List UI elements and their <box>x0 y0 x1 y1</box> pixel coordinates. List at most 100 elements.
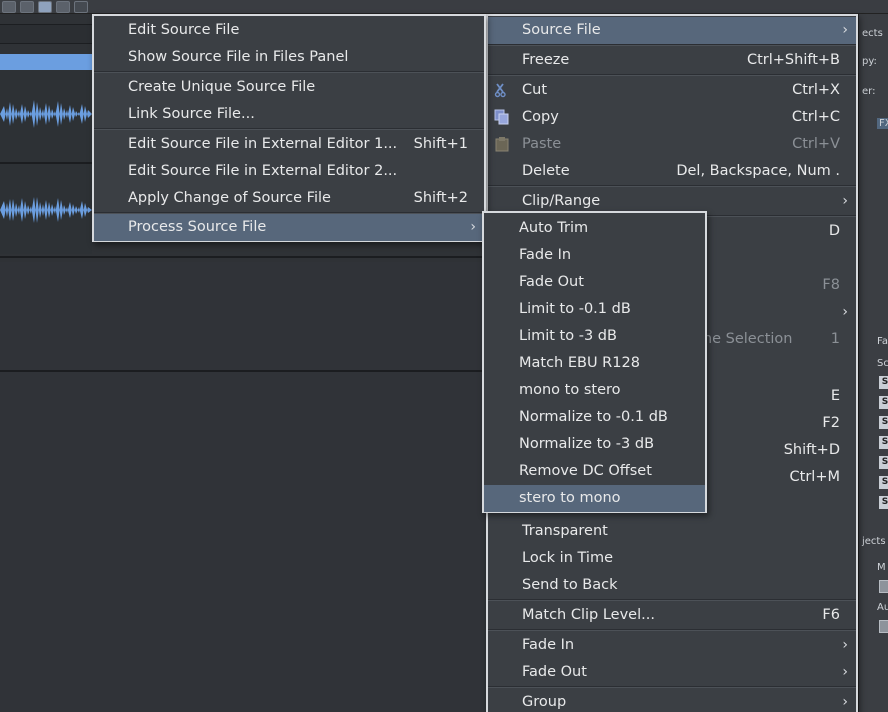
menu-item-label: Limit to -3 dB <box>519 328 617 344</box>
menu-item-fade-out[interactable]: Fade Out <box>484 269 705 296</box>
right-panel: ects py: er: FX Fa Sc S S S S S S S ject… <box>858 14 888 712</box>
menu-item-external-editor-2[interactable]: Edit Source File in External Editor 2... <box>94 158 484 185</box>
menu-item-shortcut: Ctrl+Shift+B <box>746 52 840 68</box>
menu-item-limit-3[interactable]: Limit to -3 dB <box>484 323 705 350</box>
s-badge-icon[interactable]: S <box>879 416 888 429</box>
audio-icon[interactable] <box>879 620 888 633</box>
chevron-right-icon: › <box>842 193 848 209</box>
menu-item-shortcut: Shift+2 <box>413 190 468 206</box>
s-badge-icon[interactable]: S <box>879 496 888 509</box>
menu-separator <box>94 71 484 73</box>
menu-item-lock-in-time[interactable]: Lock in Time <box>488 545 856 572</box>
menu-item-apply-change[interactable]: Apply Change of Source File Shift+2 <box>94 185 484 212</box>
zoom-out-icon[interactable] <box>2 0 16 13</box>
panel-label[interactable]: FX <box>877 118 888 129</box>
menu-item-send-to-back[interactable]: Send to Back <box>488 572 856 599</box>
menu-item-normalize-0-1[interactable]: Normalize to -0.1 dB <box>484 404 705 431</box>
zoom-in-icon[interactable] <box>56 0 70 13</box>
menu-item-shortcut: F2 <box>822 415 840 431</box>
menu-item-remove-dc-offset[interactable]: Remove DC Offset <box>484 458 705 485</box>
menu-item-auto-trim[interactable]: Auto Trim <box>484 215 705 242</box>
s-badge-icon[interactable]: S <box>879 396 888 409</box>
menu-item-fade-in[interactable]: Fade In › <box>488 632 856 659</box>
menu-item-label: me Selection <box>698 331 793 347</box>
menu-item-label: Paste <box>522 136 562 152</box>
menu-item-label: Create Unique Source File <box>128 79 316 95</box>
menu-item-label: Transparent <box>522 523 608 539</box>
menu-item-process-source-file[interactable]: Process Source File › <box>94 214 484 241</box>
zoom-tool-icon[interactable] <box>74 0 88 13</box>
menu-item-label: Group <box>522 694 567 710</box>
waveform-top <box>0 100 92 128</box>
clip-icon[interactable] <box>879 580 888 593</box>
menu-item-create-unique-source[interactable]: Create Unique Source File <box>94 74 484 101</box>
menu-item-label: Link Source File... <box>128 106 255 122</box>
panel-label: ects <box>862 28 883 39</box>
track-divider <box>0 162 92 164</box>
menu-item-limit-0-1[interactable]: Limit to -0.1 dB <box>484 296 705 323</box>
s-badge-icon[interactable]: S <box>879 476 888 489</box>
menu-item-label: Apply Change of Source File <box>128 190 331 206</box>
menu-item-transparent[interactable]: Transparent <box>488 518 856 545</box>
menu-item-shortcut: Shift+D <box>783 442 840 458</box>
panel-label: er: <box>862 86 876 97</box>
menu-item-group[interactable]: Group › <box>488 689 856 712</box>
menu-item-label: Match EBU R128 <box>519 355 640 371</box>
menu-item-delete[interactable]: Delete Del, Backspace, Num . <box>488 158 856 185</box>
menu-item-stereo-to-mono[interactable]: stero to mono <box>484 485 705 512</box>
menu-item-shortcut: F8 <box>822 277 840 293</box>
menu-item-label: Auto Trim <box>519 220 589 236</box>
menu-item-paste[interactable]: Paste Ctrl+V <box>488 131 856 158</box>
panel-label[interactable]: Au <box>877 602 888 613</box>
menu-item-fade-out[interactable]: Fade Out › <box>488 659 856 686</box>
chevron-right-icon: › <box>842 694 848 710</box>
zoom-out-full-icon[interactable] <box>20 0 34 13</box>
menu-separator <box>94 128 484 130</box>
process-source-file-submenu: Auto Trim Fade In Fade Out Limit to -0.1… <box>482 211 707 513</box>
menu-separator <box>488 185 856 187</box>
timeline-ruler <box>0 24 92 44</box>
panel-label: py: <box>862 56 877 67</box>
menu-item-shortcut: Ctrl+M <box>789 469 840 485</box>
menu-item-show-source-file[interactable]: Show Source File in Files Panel <box>94 44 484 71</box>
menu-item-edit-source-file[interactable]: Edit Source File <box>94 17 484 44</box>
menu-item-label: Source File <box>522 22 601 38</box>
clip-header[interactable] <box>0 54 92 70</box>
menu-item-match-ebu[interactable]: Match EBU R128 <box>484 350 705 377</box>
menu-item-label: Match Clip Level... <box>522 607 655 623</box>
menu-item-copy[interactable]: Copy Ctrl+C <box>488 104 856 131</box>
s-badge-icon[interactable]: S <box>879 436 888 449</box>
menu-item-label: Cut <box>522 82 547 98</box>
menu-item-label: Fade Out <box>519 274 584 290</box>
menu-item-shortcut: Ctrl+X <box>792 82 840 98</box>
menu-item-shortcut: F6 <box>822 607 840 623</box>
menu-item-shortcut: 1 <box>830 331 840 347</box>
panel-label[interactable]: Sc <box>877 358 888 369</box>
menu-item-mono-to-stereo[interactable]: mono to stero <box>484 377 705 404</box>
waveform-bottom <box>0 197 92 223</box>
menu-item-match-clip-level[interactable]: Match Clip Level... F6 <box>488 602 856 629</box>
menu-item-external-editor-1[interactable]: Edit Source File in External Editor 1...… <box>94 131 484 158</box>
copy-icon <box>494 109 509 125</box>
s-badge-icon[interactable]: S <box>879 376 888 389</box>
menu-item-cut[interactable]: Cut Ctrl+X <box>488 77 856 104</box>
menu-item-label: Fade In <box>522 637 575 653</box>
menu-item-freeze[interactable]: Freeze Ctrl+Shift+B <box>488 47 856 74</box>
menu-separator <box>488 44 856 46</box>
menu-item-label: stero to mono <box>519 490 621 506</box>
menu-item-label: Remove DC Offset <box>519 463 652 479</box>
menu-item-normalize-3[interactable]: Normalize to -3 dB <box>484 431 705 458</box>
menu-item-source-file[interactable]: Source File › <box>488 17 856 44</box>
menu-item-label: Fade Out <box>522 664 587 680</box>
menu-separator <box>488 629 856 631</box>
menu-item-shortcut: Shift+1 <box>413 136 468 152</box>
menu-item-link-source-file[interactable]: Link Source File... <box>94 101 484 128</box>
zoom-icon[interactable] <box>38 0 52 13</box>
panel-label[interactable]: Fa <box>877 336 888 347</box>
menu-item-fade-in[interactable]: Fade In <box>484 242 705 269</box>
scissors-icon <box>494 83 506 98</box>
menu-item-label: Copy <box>522 109 559 125</box>
s-badge-icon[interactable]: S <box>879 456 888 469</box>
menu-item-label: Edit Source File in External Editor 1... <box>128 136 398 152</box>
panel-label[interactable]: M <box>877 562 886 573</box>
